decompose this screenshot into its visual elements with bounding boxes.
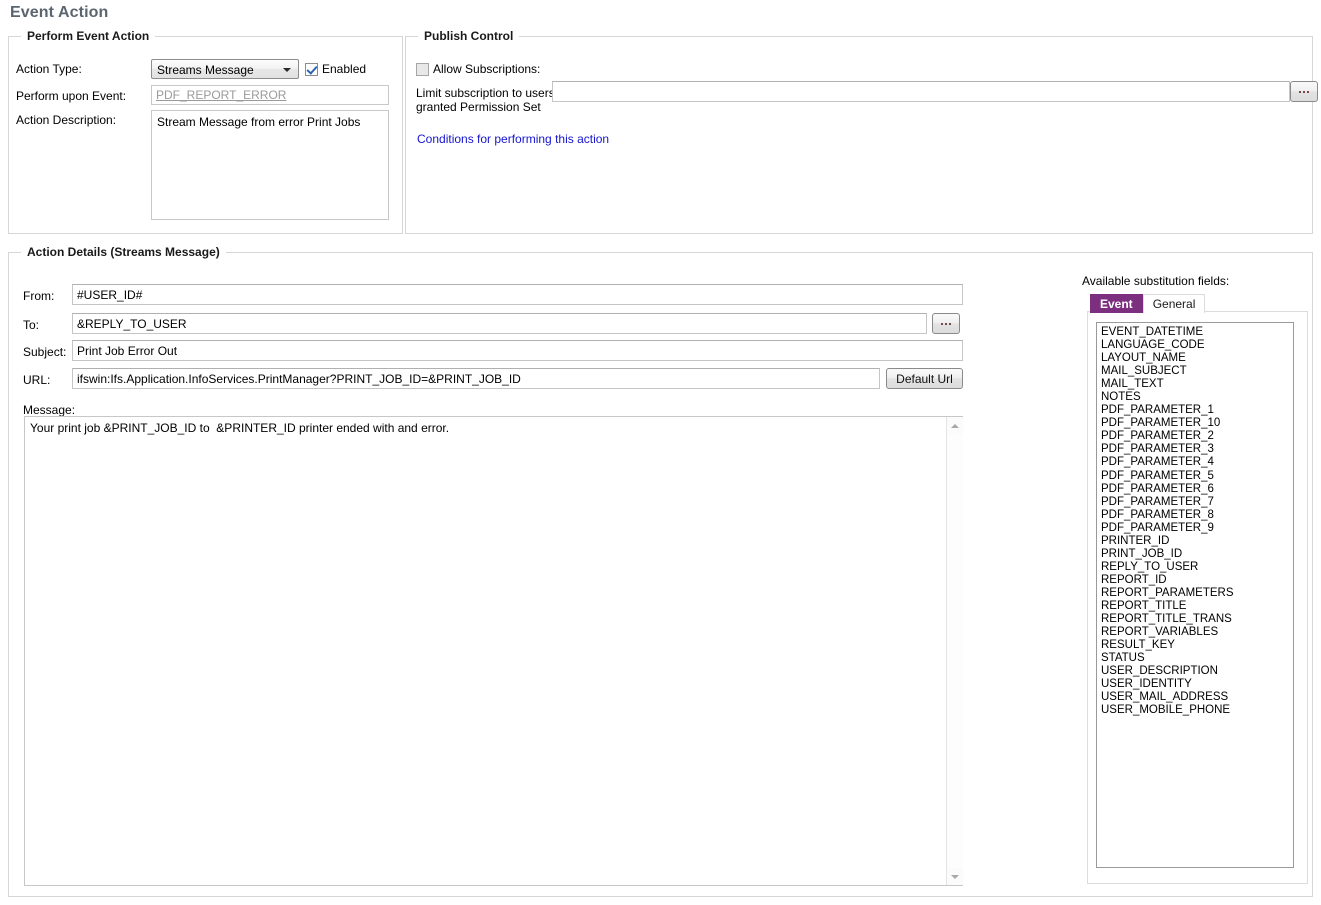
checkbox-check-icon [305, 63, 318, 76]
url-input[interactable] [72, 368, 880, 389]
substitution-field-item[interactable]: PDF_PARAMETER_9 [1101, 522, 1293, 535]
substitution-fields-list[interactable]: EVENT_DATETIMELANGUAGE_CODELAYOUT_NAMEMA… [1096, 322, 1294, 868]
ellipsis-icon [941, 323, 951, 325]
from-label: From: [23, 289, 54, 303]
action-type-select[interactable]: Streams Message [151, 59, 299, 79]
action-details-legend: Action Details (Streams Message) [21, 245, 226, 259]
substitution-field-item[interactable]: NOTES [1101, 391, 1293, 404]
substitution-field-item[interactable]: STATUS [1101, 652, 1293, 665]
action-type-label: Action Type: [16, 62, 82, 76]
substitution-field-item[interactable]: LANGUAGE_CODE [1101, 339, 1293, 352]
enabled-checkbox[interactable]: Enabled [305, 62, 366, 76]
substitution-fields-caption: Available substitution fields: [1082, 274, 1229, 288]
substitution-field-item[interactable]: REPORT_TITLE [1101, 600, 1293, 613]
to-input[interactable] [72, 313, 927, 334]
default-url-button[interactable]: Default Url [886, 368, 963, 389]
substitution-field-item[interactable]: REPORT_PARAMETERS [1101, 587, 1293, 600]
message-scrollbar[interactable] [946, 417, 963, 885]
action-description-textarea[interactable] [151, 110, 389, 220]
substitution-field-item[interactable]: MAIL_SUBJECT [1101, 365, 1293, 378]
substitution-field-item[interactable]: USER_MAIL_ADDRESS [1101, 691, 1293, 704]
substitution-field-item[interactable]: RESULT_KEY [1101, 639, 1293, 652]
perform-event-action-legend: Perform Event Action [21, 29, 155, 43]
substitution-field-item[interactable]: MAIL_TEXT [1101, 378, 1293, 391]
substitution-field-item[interactable]: PDF_PARAMETER_3 [1101, 443, 1293, 456]
subject-input[interactable] [72, 340, 963, 361]
enabled-label: Enabled [322, 62, 366, 76]
substitution-field-item[interactable]: PDF_PARAMETER_6 [1101, 483, 1293, 496]
action-description-label: Action Description: [16, 113, 116, 127]
to-label: To: [23, 318, 39, 332]
substitution-field-item[interactable]: USER_IDENTITY [1101, 678, 1293, 691]
substitution-field-item[interactable]: USER_DESCRIPTION [1101, 665, 1293, 678]
substitution-field-item[interactable]: REPORT_TITLE_TRANS [1101, 613, 1293, 626]
from-input[interactable] [72, 284, 963, 305]
substitution-field-item[interactable]: EVENT_DATETIME [1101, 326, 1293, 339]
checkbox-empty-icon [416, 63, 429, 76]
message-textarea[interactable] [24, 416, 963, 886]
substitution-field-item[interactable]: PDF_PARAMETER_1 [1101, 404, 1293, 417]
substitution-field-item[interactable]: REPORT_VARIABLES [1101, 626, 1293, 639]
substitution-field-item[interactable]: PDF_PARAMETER_2 [1101, 430, 1293, 443]
ellipsis-icon [1299, 91, 1309, 93]
substitution-field-item[interactable]: PDF_PARAMETER_4 [1101, 456, 1293, 469]
subject-label: Subject: [23, 345, 66, 359]
event-action-page: Event Action Perform Event Action Action… [0, 0, 1321, 905]
substitution-field-item[interactable]: REPLY_TO_USER [1101, 561, 1293, 574]
substitution-field-item[interactable]: USER_MOBILE_PHONE [1101, 704, 1293, 717]
url-label: URL: [23, 373, 50, 387]
substitution-field-item[interactable]: PRINTER_ID [1101, 535, 1293, 548]
permission-set-input[interactable] [552, 81, 1290, 102]
substitution-field-item[interactable]: LAYOUT_NAME [1101, 352, 1293, 365]
limit-subscription-label-line2: granted Permission Set [416, 100, 541, 114]
tab-general[interactable]: General [1143, 294, 1206, 313]
scroll-down-arrow-icon[interactable] [947, 868, 963, 885]
limit-subscription-label-line1: Limit subscription to users [416, 86, 555, 100]
scroll-up-arrow-icon[interactable] [947, 417, 963, 434]
page-title: Event Action [10, 4, 108, 22]
substitution-field-item[interactable]: PDF_PARAMETER_7 [1101, 496, 1293, 509]
substitution-field-item[interactable]: REPORT_ID [1101, 574, 1293, 587]
substitution-tabs: Event General [1090, 294, 1205, 313]
substitution-field-item[interactable]: PRINT_JOB_ID [1101, 548, 1293, 561]
permission-set-browse-button[interactable] [1290, 81, 1318, 102]
allow-subscriptions-label: Allow Subscriptions: [433, 62, 540, 76]
allow-subscriptions-checkbox[interactable]: Allow Subscriptions: [416, 62, 540, 76]
perform-upon-event-input[interactable] [151, 85, 389, 105]
scrollbar-track[interactable] [947, 434, 963, 868]
substitution-field-item[interactable]: PDF_PARAMETER_10 [1101, 417, 1293, 430]
publish-control-legend: Publish Control [418, 29, 519, 43]
conditions-link[interactable]: Conditions for performing this action [417, 132, 609, 146]
perform-upon-event-label: Perform upon Event: [16, 89, 126, 103]
tab-event[interactable]: Event [1090, 294, 1143, 313]
substitution-field-item[interactable]: PDF_PARAMETER_8 [1101, 509, 1293, 522]
action-type-value: Streams Message [157, 62, 254, 78]
message-label: Message: [23, 403, 75, 417]
to-browse-button[interactable] [932, 313, 960, 334]
substitution-field-item[interactable]: PDF_PARAMETER_5 [1101, 470, 1293, 483]
chevron-down-icon [283, 68, 291, 72]
